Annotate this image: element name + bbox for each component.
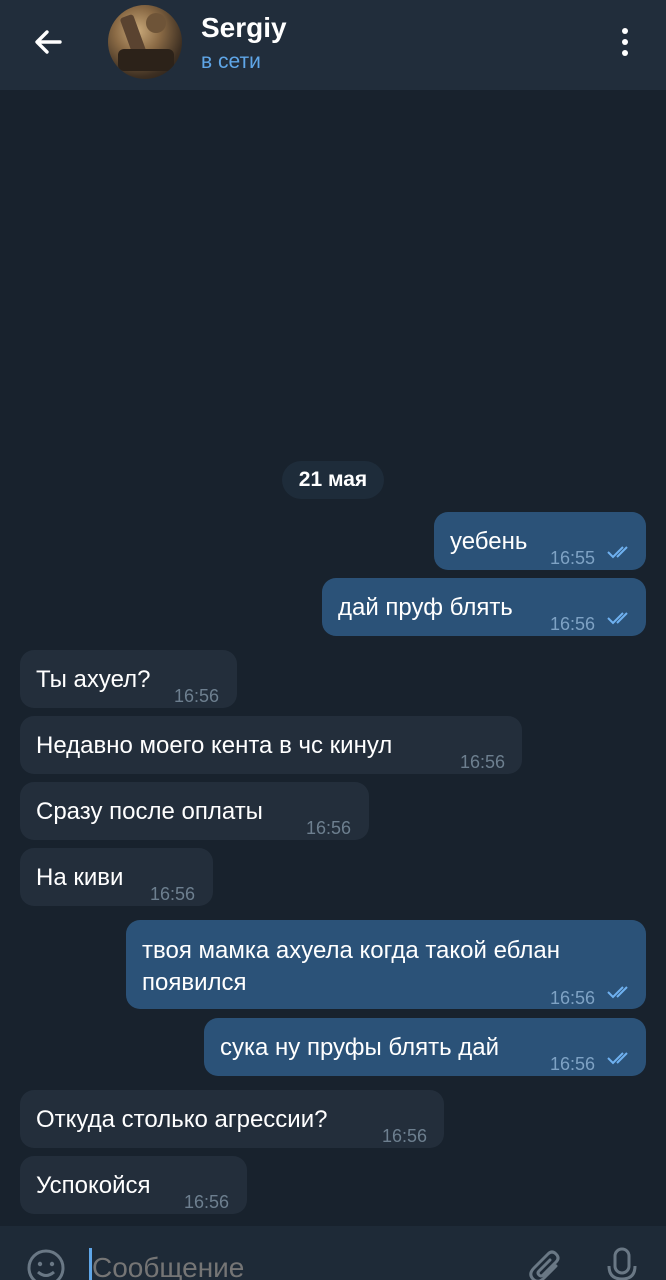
message-text-line-2: появился bbox=[142, 969, 247, 996]
message-incoming[interactable]: Ты ахуел? 16:56 bbox=[20, 650, 237, 708]
message-text: сука ну пруфы блять дай bbox=[220, 1034, 500, 1061]
microphone-icon[interactable] bbox=[604, 1246, 640, 1280]
contact-name[interactable]: Sergiy bbox=[201, 12, 287, 44]
message-text-line-1: твоя мамка ахуела когда такой еблан bbox=[142, 937, 560, 964]
avatar[interactable] bbox=[108, 5, 182, 79]
message-outgoing[interactable]: уебень 16:55 bbox=[434, 512, 646, 570]
message-text: дай пруф блять bbox=[338, 594, 513, 621]
chat-header: Sergiy в сети bbox=[0, 0, 666, 90]
message-text: уебень bbox=[450, 528, 528, 555]
message-incoming[interactable]: Недавно моего кента в чс кинул 16:56 bbox=[20, 716, 522, 774]
message-time: 16:56 bbox=[184, 1192, 230, 1212]
message-text: Сразу после оплаты bbox=[36, 798, 263, 825]
message-outgoing[interactable]: дай пруф блять 16:56 bbox=[322, 578, 646, 636]
contact-status: в сети bbox=[201, 50, 261, 73]
message-text: Откуда столько агрессии? bbox=[36, 1106, 328, 1133]
message-text: Недавно моего кента в чс кинул bbox=[36, 732, 393, 759]
arrow-left-icon bbox=[35, 30, 62, 54]
double-check-icon bbox=[607, 1052, 628, 1065]
message-time: 16:56 bbox=[460, 752, 506, 772]
message-time: 16:56 bbox=[150, 884, 196, 904]
more-vertical-icon bbox=[622, 28, 628, 34]
double-check-icon bbox=[607, 546, 628, 559]
message-outgoing[interactable]: сука ну пруфы блять дай 16:56 bbox=[204, 1018, 646, 1076]
message-input[interactable] bbox=[92, 1252, 492, 1280]
back-button[interactable] bbox=[28, 22, 68, 62]
message-time: 16:56 bbox=[550, 1054, 596, 1074]
message-incoming[interactable]: Сразу после оплаты 16:56 bbox=[20, 782, 369, 840]
message-time: 16:56 bbox=[550, 988, 596, 1008]
double-check-icon bbox=[607, 986, 628, 999]
date-divider: 21 мая bbox=[282, 461, 384, 499]
message-text: Успокойся bbox=[36, 1172, 151, 1199]
double-check-icon bbox=[607, 612, 628, 625]
message-incoming[interactable]: Успокойся 16:56 bbox=[20, 1156, 247, 1214]
more-menu-button[interactable] bbox=[610, 22, 640, 62]
message-time: 16:56 bbox=[382, 1126, 428, 1146]
message-time: 16:56 bbox=[550, 614, 596, 634]
emoji-icon[interactable] bbox=[26, 1248, 66, 1280]
message-time: 16:56 bbox=[306, 818, 352, 838]
message-incoming[interactable]: На киви 16:56 bbox=[20, 848, 213, 906]
message-incoming[interactable]: Откуда столько агрессии? 16:56 bbox=[20, 1090, 444, 1148]
paperclip-icon[interactable] bbox=[526, 1248, 566, 1280]
message-time: 16:56 bbox=[174, 686, 220, 706]
message-composer bbox=[0, 1226, 666, 1280]
message-outgoing[interactable]: твоя мамка ахуела когда такой еблан появ… bbox=[126, 920, 646, 1009]
message-time: 16:55 bbox=[550, 548, 596, 568]
message-text: Ты ахуел? bbox=[36, 666, 151, 693]
message-text: На киви bbox=[36, 864, 124, 891]
